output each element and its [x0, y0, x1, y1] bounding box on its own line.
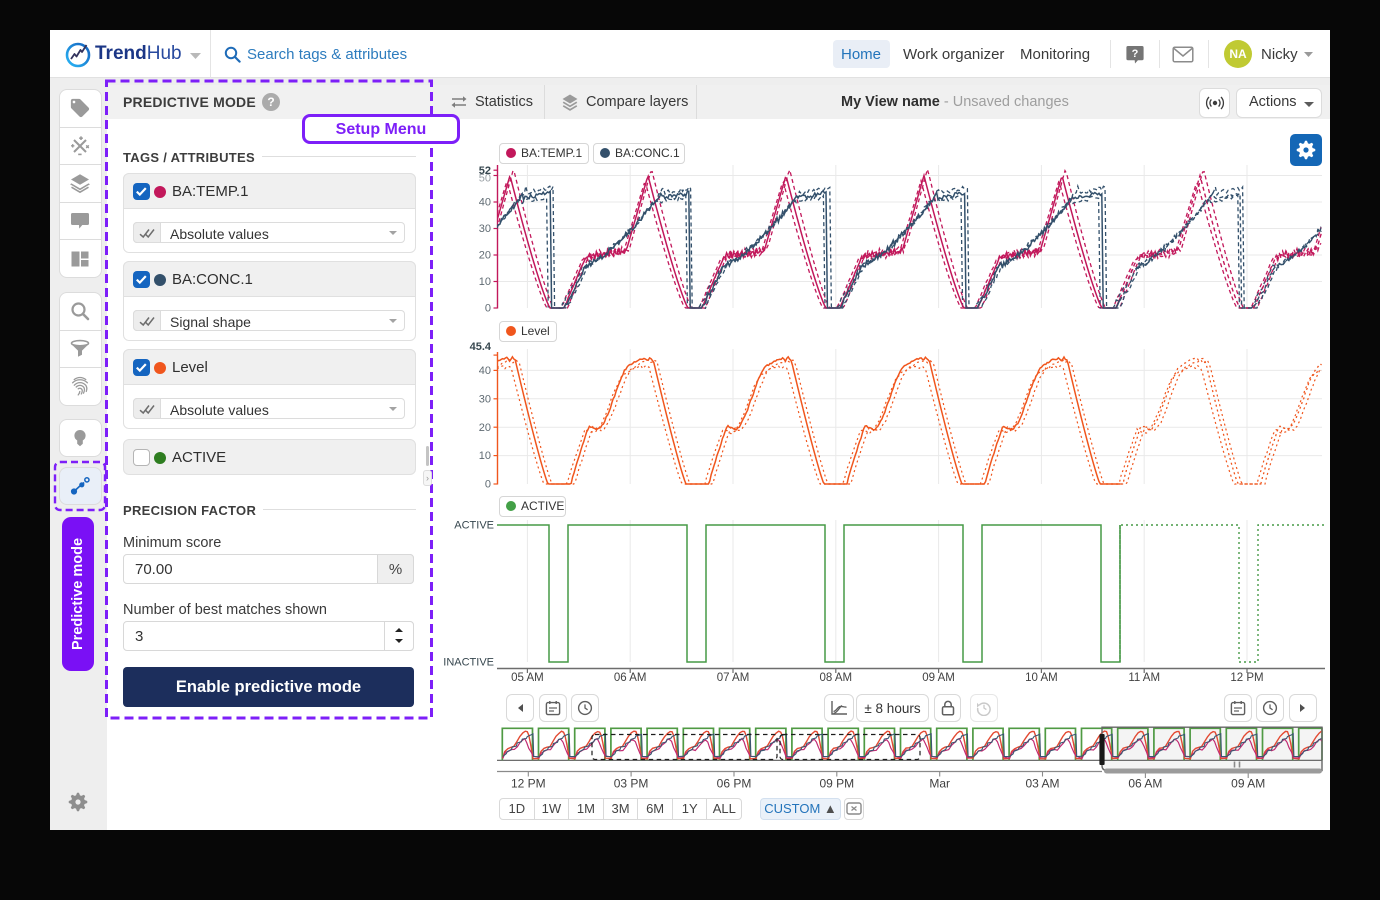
svg-text:12 PM: 12 PM	[511, 777, 546, 791]
svg-text:?: ?	[1132, 48, 1139, 60]
svg-text:10: 10	[479, 450, 491, 462]
svg-text:06 AM: 06 AM	[614, 672, 647, 684]
svg-text:03 PM: 03 PM	[614, 777, 649, 791]
svg-text:10: 10	[479, 276, 491, 288]
svg-text:INACTIVE: INACTIVE	[443, 657, 494, 669]
svg-text:0: 0	[485, 479, 491, 491]
svg-text:30: 30	[479, 393, 491, 405]
svg-text:ACTIVE: ACTIVE	[454, 520, 494, 532]
svg-text:08 AM: 08 AM	[819, 672, 852, 684]
svg-text:30: 30	[479, 223, 491, 235]
svg-text:20: 20	[479, 250, 491, 262]
svg-text:12 PM: 12 PM	[1230, 672, 1263, 684]
svg-text:40: 40	[479, 365, 491, 377]
svg-text:07 AM: 07 AM	[717, 672, 750, 684]
svg-text:06 AM: 06 AM	[1128, 777, 1162, 791]
svg-text:11 AM: 11 AM	[1128, 672, 1160, 684]
svg-text:09 AM: 09 AM	[922, 672, 955, 684]
svg-text:09 AM: 09 AM	[1231, 777, 1265, 791]
svg-text:05 AM: 05 AM	[511, 672, 544, 684]
svg-text:10 AM: 10 AM	[1025, 672, 1058, 684]
svg-text:Mar: Mar	[929, 777, 950, 791]
svg-text:45.4: 45.4	[470, 341, 492, 353]
svg-text:06 PM: 06 PM	[717, 777, 752, 791]
svg-text:20: 20	[479, 422, 491, 434]
svg-text:09 PM: 09 PM	[819, 777, 854, 791]
svg-text:50: 50	[479, 173, 491, 185]
svg-text:03 AM: 03 AM	[1025, 777, 1059, 791]
svg-text:40: 40	[479, 197, 491, 209]
svg-text:0: 0	[485, 303, 491, 315]
